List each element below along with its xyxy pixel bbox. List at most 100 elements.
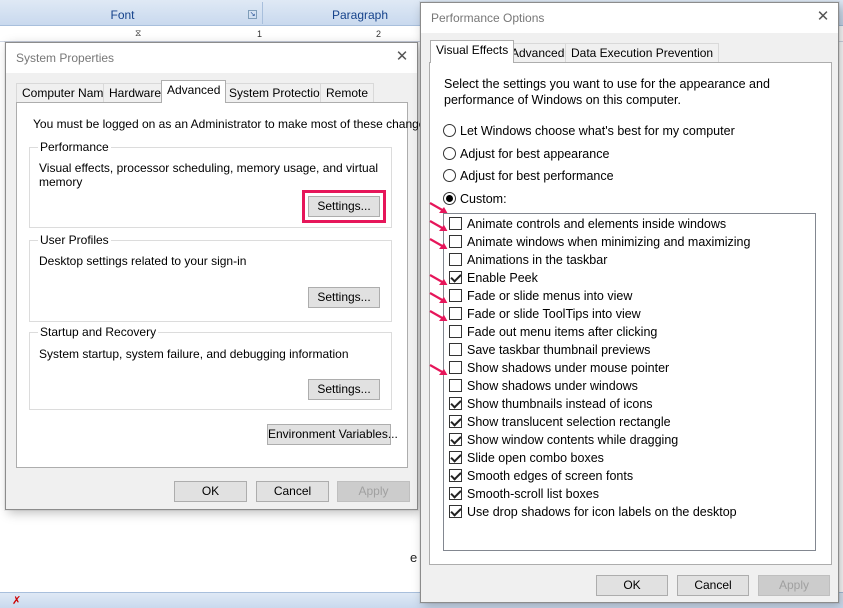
effect-label: Fade or slide ToolTips into view [467, 307, 641, 321]
checkbox[interactable] [449, 253, 462, 266]
annotation-arrow-icon [429, 238, 448, 249]
effect-option[interactable]: Animate controls and elements inside win… [449, 215, 726, 233]
cancel-button[interactable]: Cancel [256, 481, 329, 502]
effect-label: Smooth-scroll list boxes [467, 487, 599, 501]
tab-computer-name[interactable]: Computer Name [16, 83, 117, 103]
radio-button[interactable] [443, 147, 456, 160]
effect-option[interactable]: Animate windows when minimizing and maxi… [449, 233, 750, 251]
effect-label: Fade out menu items after clicking [467, 325, 658, 339]
close-icon[interactable]: ✕ [814, 8, 832, 26]
radio-option[interactable]: Let Windows choose what's best for my co… [443, 123, 735, 139]
effect-label: Slide open combo boxes [467, 451, 604, 465]
effect-option[interactable]: Fade or slide ToolTips into view [449, 305, 641, 323]
effect-label: Save taskbar thumbnail previews [467, 343, 651, 357]
tab-advanced[interactable]: Advanced [161, 80, 227, 103]
advanced-tab-panel: You must be logged on as an Administrato… [16, 102, 435, 468]
annotation-arrow-icon [429, 220, 448, 231]
checkbox[interactable] [449, 505, 462, 518]
effect-option[interactable]: Show shadows under windows [449, 377, 638, 395]
ruler-indent-marker[interactable]: ⧖ [135, 28, 141, 39]
annotation-arrow-icon [429, 292, 448, 303]
effect-label: Show shadows under windows [467, 379, 638, 393]
checkbox[interactable] [449, 217, 462, 230]
performance-settings-button[interactable]: Settings... [302, 190, 386, 223]
intro-line: performance of Windows on this computer. [444, 93, 681, 107]
checkbox[interactable] [449, 397, 462, 410]
checkbox[interactable] [449, 307, 462, 320]
checkbox[interactable] [449, 451, 462, 464]
effect-label: Show translucent selection rectangle [467, 415, 671, 429]
effect-label: Animate windows when minimizing and maxi… [467, 235, 751, 249]
checkbox[interactable] [449, 235, 462, 248]
tab-remote[interactable]: Remote [320, 83, 375, 103]
user-profiles-group: User Profiles Desktop settings related t… [29, 233, 392, 322]
checkbox[interactable] [449, 343, 462, 356]
ok-button[interactable]: OK [596, 575, 668, 596]
effect-option[interactable]: Show translucent selection rectangle [449, 413, 671, 431]
effect-option[interactable]: Show window contents while dragging [449, 431, 678, 449]
environment-variables-button[interactable]: Environment Variables... [267, 424, 398, 445]
effect-option[interactable]: Animations in the taskbar [449, 251, 607, 269]
checkbox[interactable] [449, 487, 462, 500]
effect-option[interactable]: Save taskbar thumbnail previews [449, 341, 650, 359]
effect-label: Show window contents while dragging [467, 433, 679, 447]
ribbon-divider [262, 2, 263, 24]
system-properties-dialog: System Properties ✕ Computer Name Hardwa… [5, 42, 435, 510]
checkbox[interactable] [449, 325, 462, 338]
radio-button[interactable] [443, 169, 456, 182]
radio-label: Let Windows choose what's best for my co… [460, 124, 735, 138]
system-properties-titlebar[interactable]: System Properties ✕ [6, 43, 417, 73]
effect-option[interactable]: Enable Peek [449, 269, 538, 287]
checkbox[interactable] [449, 415, 462, 428]
intro-line: Select the settings you want to use for … [444, 77, 770, 91]
tab-data-execution-prevention[interactable]: Data Execution Prevention [565, 43, 720, 63]
font-dialog-launcher-icon[interactable]: ↘ [248, 10, 257, 19]
effect-option[interactable]: Fade or slide menus into view [449, 287, 632, 305]
radio-label: Custom: [460, 192, 507, 206]
apply-button[interactable]: Apply [337, 481, 410, 502]
radio-button[interactable] [443, 124, 456, 137]
effect-option[interactable]: Smooth edges of screen fonts [449, 467, 633, 485]
effect-label: Show shadows under mouse pointer [467, 361, 670, 375]
effect-option[interactable]: Show thumbnails instead of icons [449, 395, 653, 413]
proofing-error-icon[interactable]: ✗ [12, 595, 26, 607]
user-profiles-settings-button[interactable]: Settings... [308, 287, 380, 308]
admin-note: You must be logged on as an Administrato… [33, 117, 435, 131]
checkbox[interactable] [449, 379, 462, 392]
radio-option[interactable]: Adjust for best appearance [443, 146, 609, 162]
checkbox[interactable] [449, 433, 462, 446]
effect-label: Use drop shadows for icon labels on the … [467, 505, 737, 519]
apply-button[interactable]: Apply [758, 575, 830, 596]
annotation-arrow-icon [429, 202, 448, 213]
intro-text: Select the settings you want to use for … [444, 76, 770, 108]
radio-option[interactable]: Adjust for best performance [443, 168, 614, 184]
ok-button[interactable]: OK [174, 481, 247, 502]
ribbon-group-font[interactable]: Font [0, 0, 245, 26]
checkbox[interactable] [449, 469, 462, 482]
performance-options-titlebar[interactable]: Performance Options ✕ [421, 3, 838, 33]
doc-text-fragment: e [410, 550, 418, 565]
checkbox[interactable] [449, 289, 462, 302]
effect-label: Animate controls and elements inside win… [467, 217, 727, 231]
user-profiles-description: Desktop settings related to your sign-in [39, 254, 247, 268]
effect-option[interactable]: Smooth-scroll list boxes [449, 485, 599, 503]
close-icon[interactable]: ✕ [393, 48, 411, 66]
checkbox[interactable] [449, 271, 462, 284]
effect-option[interactable]: Show shadows under mouse pointer [449, 359, 669, 377]
tab-visual-effects[interactable]: Visual Effects [430, 40, 515, 63]
effect-option[interactable]: Slide open combo boxes [449, 449, 604, 467]
checkbox[interactable] [449, 361, 462, 374]
radio-option[interactable]: Custom: [443, 191, 507, 207]
tab-hardware[interactable]: Hardware [103, 83, 168, 103]
effect-option[interactable]: Fade out menu items after clicking [449, 323, 657, 341]
tab-system-protection[interactable]: System Protection [223, 83, 333, 103]
startup-recovery-description: System startup, system failure, and debu… [39, 347, 349, 361]
effect-option[interactable]: Use drop shadows for icon labels on the … [449, 503, 737, 521]
visual-effects-list[interactable]: Animate controls and elements inside win… [443, 213, 816, 551]
tab-advanced[interactable]: Advanced [505, 43, 571, 63]
performance-group: Performance Visual effects, processor sc… [29, 140, 392, 228]
user-profiles-label: User Profiles [38, 233, 111, 247]
cancel-button[interactable]: Cancel [677, 575, 749, 596]
effect-label: Smooth edges of screen fonts [467, 469, 634, 483]
startup-recovery-settings-button[interactable]: Settings... [308, 379, 380, 400]
